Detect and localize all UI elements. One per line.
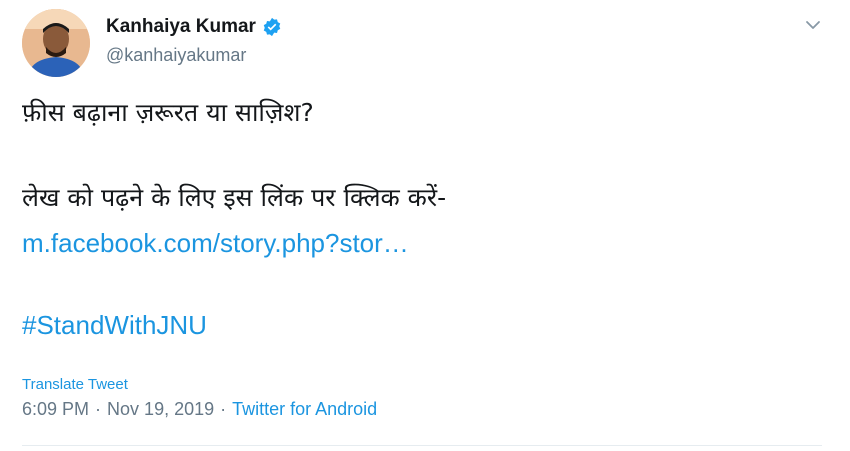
meta-separator: · — [95, 399, 102, 419]
meta-separator: · — [220, 399, 227, 419]
tweet-metadata: 6:09 PM · Nov 19, 2019 · Twitter for And… — [22, 399, 377, 420]
tweet-time[interactable]: 6:09 PM — [22, 399, 89, 420]
author-display-name[interactable]: Kanhaiya Kumar — [106, 16, 256, 38]
chevron-down-icon[interactable] — [802, 14, 824, 36]
tweet-date[interactable]: Nov 19, 2019 — [107, 399, 214, 420]
avatar[interactable] — [22, 9, 90, 77]
verified-badge-icon — [262, 17, 282, 37]
author-handle[interactable]: @kanhaiyakumar — [106, 45, 246, 66]
tweet-card: Kanhaiya Kumar @kanhaiyakumar फ़ीस बढ़ान… — [0, 0, 850, 451]
tweet-link[interactable]: m.facebook.com/story.php?stor… — [22, 228, 409, 259]
tweet-source-link[interactable]: Twitter for Android — [232, 399, 377, 420]
user-avatar-image — [22, 9, 90, 77]
translate-tweet-link[interactable]: Translate Tweet — [22, 376, 128, 393]
divider — [22, 445, 822, 446]
tweet-text-line-1: फ़ीस बढ़ाना ज़रूरत या साज़िश? — [22, 98, 314, 127]
author-name-row: Kanhaiya Kumar — [106, 16, 282, 38]
hashtag-link[interactable]: #StandWithJNU — [22, 310, 207, 341]
tweet-text-line-2: लेख को पढ़ने के लिए इस लिंक पर क्लिक करे… — [22, 183, 447, 212]
